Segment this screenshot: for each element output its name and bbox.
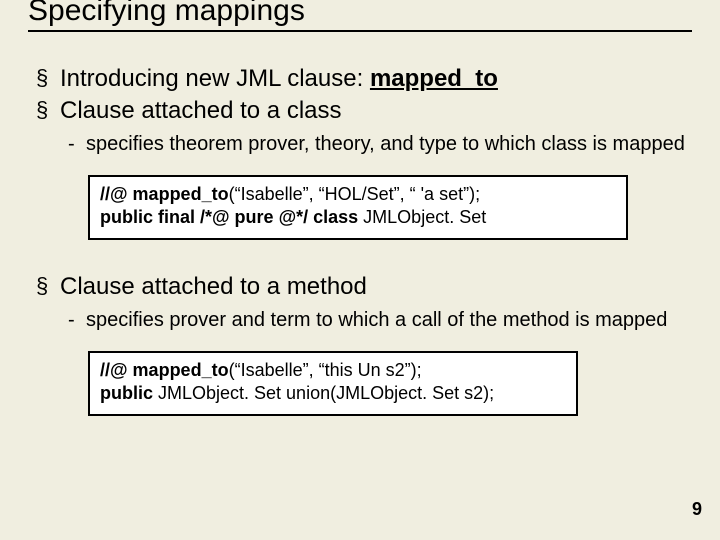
code-line: //@ mapped_to(“Isabelle”, “HOL/Set”, “ '… (100, 183, 616, 206)
slide-title: Specifying mappings (28, 0, 692, 32)
page-number: 9 (692, 499, 702, 520)
bullet-class-text: Clause attached to a class (60, 97, 342, 124)
code-line: //@ mapped_to(“Isabelle”, “this Un s2”); (100, 359, 566, 382)
code-box-class: //@ mapped_to(“Isabelle”, “HOL/Set”, “ '… (88, 175, 628, 240)
sublist-class: specifies theorem prover, theory, and ty… (60, 132, 692, 157)
code-box-method: //@ mapped_to(“Isabelle”, “this Un s2”);… (88, 351, 578, 416)
bullet-method: Clause attached to a method specifies pr… (36, 272, 692, 333)
code-decl: public (100, 383, 158, 403)
slide: Specifying mappings Introducing new JML … (0, 0, 720, 534)
code-line: public JMLObject. Set union(JMLObject. S… (100, 382, 566, 405)
bullet-intro: Introducing new JML clause: mapped_to (36, 64, 692, 94)
code-args: (“Isabelle”, “HOL/Set”, “ 'a set”); (229, 184, 481, 204)
sublist-method: specifies prover and term to which a cal… (60, 308, 692, 333)
code-line: public final /*@ pure @*/ class JMLObjec… (100, 206, 616, 229)
bullet-class: Clause attached to a class specifies the… (36, 96, 692, 157)
bullet-list-2: Clause attached to a method specifies pr… (28, 272, 692, 333)
code-decl: public final /*@ pure @*/ class (100, 207, 363, 227)
sub-class-text: specifies theorem prover, theory, and ty… (64, 132, 692, 157)
code-classname: JMLObject. Set (363, 207, 486, 227)
code-args: (“Isabelle”, “this Un s2”); (229, 360, 422, 380)
sub-method-text: specifies prover and term to which a cal… (64, 308, 692, 333)
code-sig: JMLObject. Set union(JMLObject. Set s2); (158, 383, 494, 403)
bullet-list: Introducing new JML clause: mapped_to Cl… (28, 64, 692, 157)
code-annotation: //@ mapped_to (100, 360, 229, 380)
mapped-to-keyword: mapped_to (370, 65, 498, 92)
bullet-intro-text: Introducing new JML clause: (60, 65, 370, 92)
bullet-method-text: Clause attached to a method (60, 273, 367, 300)
code-annotation: //@ mapped_to (100, 184, 229, 204)
